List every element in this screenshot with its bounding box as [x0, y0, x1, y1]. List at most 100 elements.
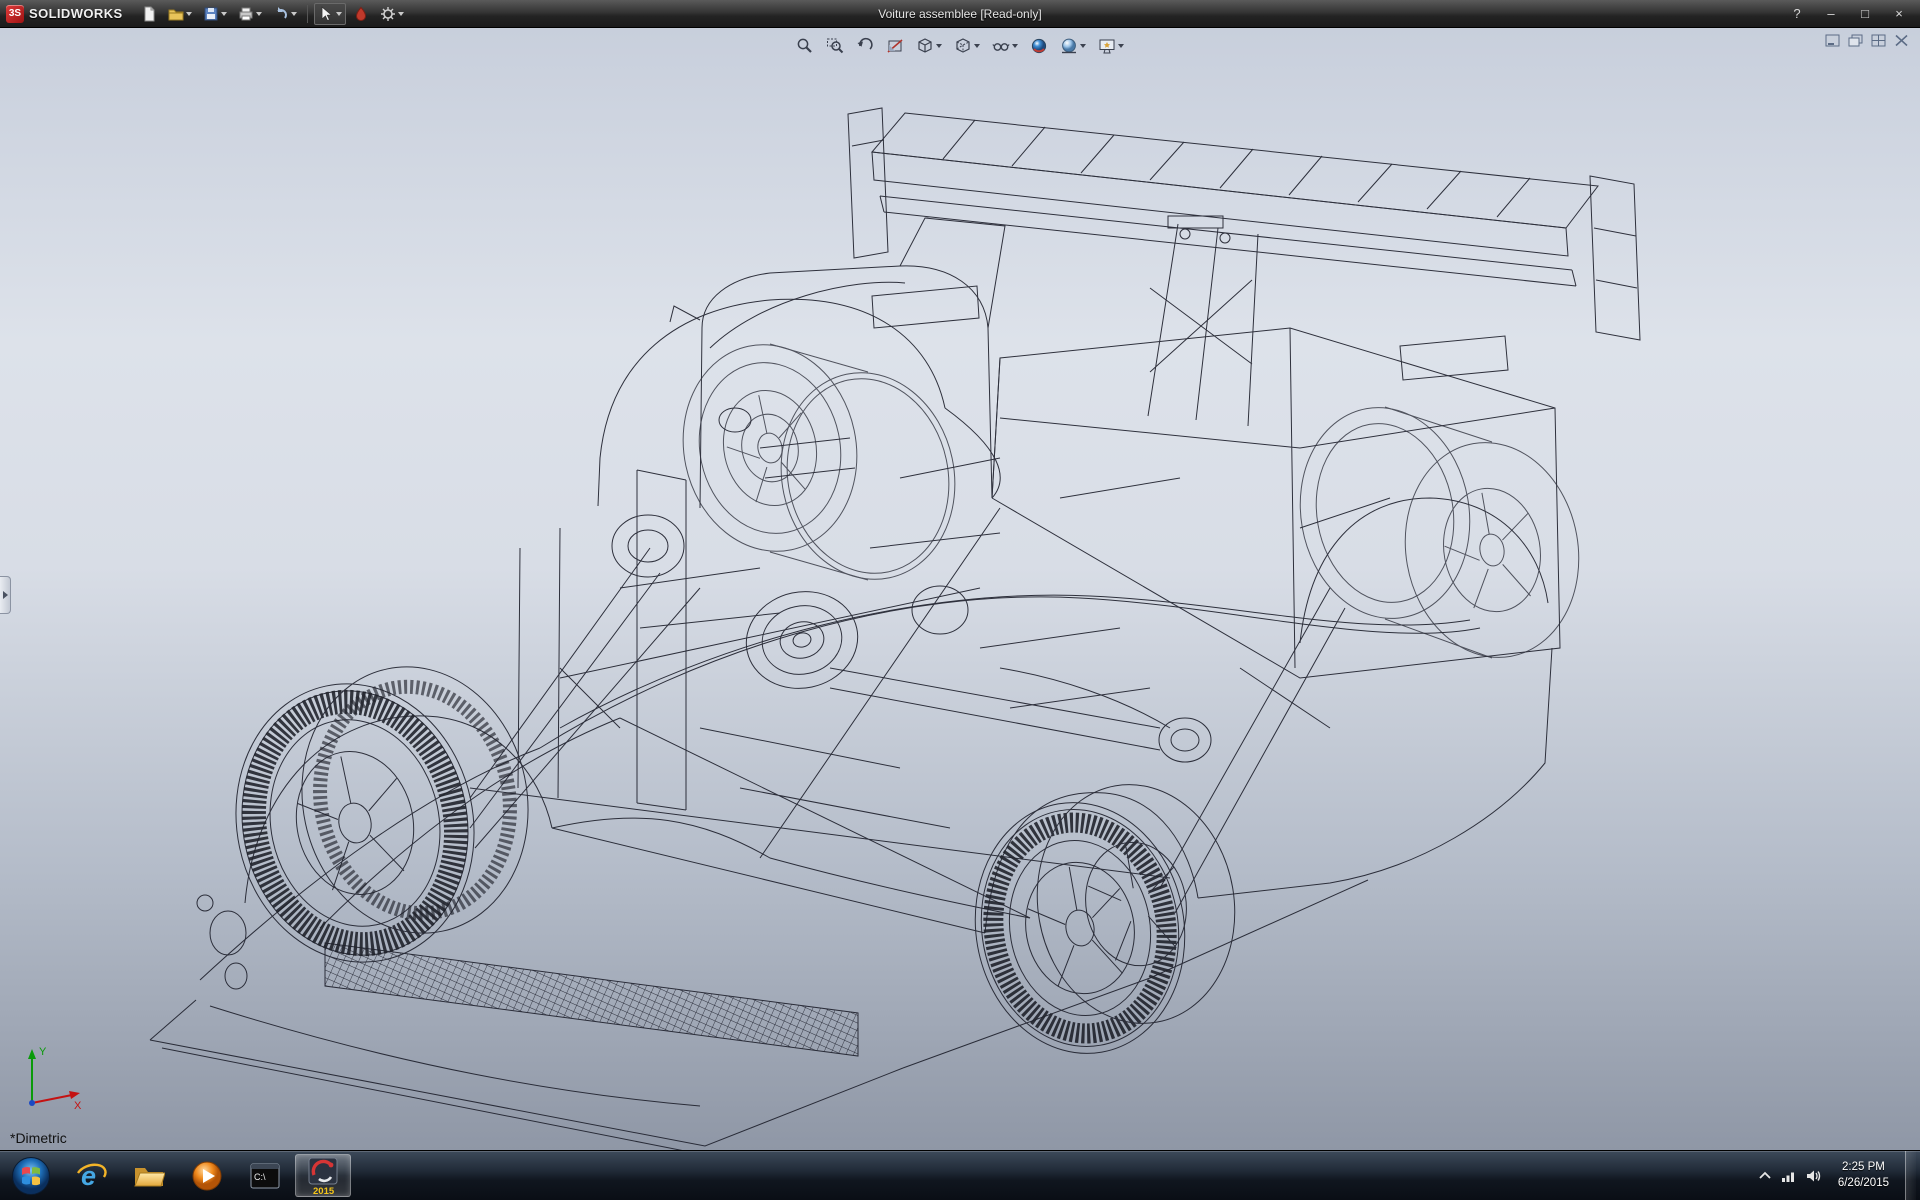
- help-button[interactable]: ?: [1782, 4, 1812, 24]
- open-button[interactable]: [164, 3, 196, 25]
- undo-icon: [276, 6, 287, 19]
- maximize-button[interactable]: □: [1850, 4, 1880, 24]
- show-desktop-button[interactable]: [1905, 1151, 1916, 1200]
- undo-button[interactable]: [269, 3, 301, 25]
- zoom-to-area-button[interactable]: [823, 34, 847, 58]
- taskbar-solidworks[interactable]: 2015: [295, 1154, 351, 1197]
- doc-close-button[interactable]: [1893, 33, 1910, 48]
- select-cursor-icon: [321, 5, 332, 21]
- start-orb-icon: [12, 1156, 50, 1195]
- hide-show-items-button[interactable]: [989, 34, 1021, 58]
- solidworks-window: 3S SOLIDWORKS Voiture assemblee [Read-on…: [0, 0, 1920, 1200]
- taskbar-internet-explorer[interactable]: e: [63, 1154, 119, 1197]
- save-button[interactable]: [199, 3, 231, 25]
- 3ds-logo-icon: 3S: [6, 4, 24, 23]
- print-icon: [239, 7, 253, 20]
- doc-close-icon: [1895, 34, 1908, 47]
- taskbar-clock[interactable]: 2:25 PM 6/26/2015: [1832, 1160, 1895, 1191]
- dropdown-arrow-icon: [220, 11, 227, 16]
- save-icon: [204, 7, 218, 20]
- taskbar-media-player[interactable]: [179, 1154, 235, 1197]
- dropdown-arrow-icon: [397, 11, 404, 16]
- view-orientation-label: *Dimetric: [10, 1130, 67, 1146]
- chevron-right-icon: [2, 591, 8, 599]
- minimize-button[interactable]: –: [1816, 4, 1846, 24]
- display-style-button[interactable]: [951, 34, 983, 58]
- doc-tile-icon: [1871, 34, 1886, 47]
- dropdown-arrow-icon: [1080, 44, 1086, 48]
- clock-time: 2:25 PM: [1842, 1160, 1885, 1173]
- edit-appearance-icon: [1031, 38, 1047, 54]
- internet-explorer-icon: e: [76, 1161, 107, 1191]
- appearance-button[interactable]: [349, 3, 373, 25]
- zoom-to-area-icon: [827, 38, 844, 54]
- windows-taskbar: e C:\ 2015 2:25 PM 6/26/2015: [0, 1150, 1920, 1200]
- doc-minimize-icon: [1825, 34, 1840, 47]
- apply-scene-icon: [1062, 38, 1076, 54]
- windows-explorer-folder-icon: [134, 1167, 165, 1186]
- print-button[interactable]: [234, 3, 266, 25]
- window-controls: ? – □ ×: [1782, 4, 1914, 24]
- triad-y-label: Y: [39, 1046, 47, 1058]
- options-icon: [380, 6, 395, 21]
- command-prompt-icon: C:\: [250, 1163, 280, 1188]
- dropdown-arrow-icon: [335, 11, 342, 16]
- dropdown-arrow-icon: [936, 44, 942, 48]
- open-folder-icon: [168, 9, 184, 20]
- taskbar-command-prompt[interactable]: C:\: [237, 1154, 293, 1197]
- hidden-icons-chevron[interactable]: [1758, 1170, 1772, 1182]
- hide-show-items-icon: [992, 43, 1010, 51]
- heads-up-view-toolbar: [793, 34, 1127, 58]
- apply-scene-button[interactable]: [1057, 34, 1089, 58]
- media-player-icon: [192, 1161, 222, 1190]
- doc-restore-icon: [1848, 34, 1863, 47]
- dropdown-arrow-icon: [290, 11, 297, 16]
- zoom-to-fit-button[interactable]: [793, 34, 817, 58]
- solidworks-icon: 2015: [308, 1157, 338, 1195]
- edit-appearance-button[interactable]: [1027, 34, 1051, 58]
- graphics-area[interactable]: Y X *Dimetric: [0, 28, 1920, 1150]
- solidworks-logo: 3S SOLIDWORKS: [6, 4, 123, 23]
- appearance-icon: [355, 6, 366, 21]
- previous-view-button[interactable]: [853, 34, 877, 58]
- clock-date: 6/26/2015: [1837, 1176, 1889, 1189]
- new-document-icon: [144, 6, 155, 21]
- standard-toolbar: [137, 2, 408, 25]
- view-orientation-button[interactable]: [913, 34, 945, 58]
- zoom-to-fit-icon: [797, 38, 812, 53]
- svg-text:C:\: C:\: [254, 1172, 266, 1182]
- section-view-icon: [887, 39, 903, 53]
- section-view-button[interactable]: [883, 34, 907, 58]
- document-window-controls: [1824, 33, 1910, 48]
- triad-x-label: X: [74, 1100, 82, 1112]
- toolbar-separator: [306, 4, 308, 23]
- dropdown-arrow-icon: [1118, 44, 1124, 48]
- new-document-button[interactable]: [137, 3, 161, 25]
- featuremanager-collapse-tab[interactable]: [0, 576, 11, 614]
- volume-icon[interactable]: [1806, 1169, 1822, 1183]
- view-orientation-icon: [918, 38, 932, 53]
- options-button[interactable]: [376, 3, 408, 25]
- taskbar-windows-explorer[interactable]: [121, 1154, 177, 1197]
- doc-restore-button[interactable]: [1847, 33, 1864, 48]
- dropdown-arrow-icon: [255, 11, 262, 16]
- select-tool-button[interactable]: [313, 2, 346, 25]
- previous-view-icon: [857, 37, 873, 50]
- view-settings-icon: [1099, 39, 1115, 54]
- view-settings-button[interactable]: [1095, 34, 1127, 58]
- dropdown-arrow-icon: [185, 11, 192, 16]
- wireframe-car-model: [149, 107, 1641, 1150]
- app-name: SOLIDWORKS: [29, 6, 123, 21]
- dropdown-arrow-icon: [974, 44, 980, 48]
- doc-tile-button[interactable]: [1870, 33, 1887, 48]
- dropdown-arrow-icon: [1012, 44, 1018, 48]
- solidworks-year-badge: 2015: [313, 1186, 335, 1195]
- titlebar: 3S SOLIDWORKS Voiture assemblee [Read-on…: [0, 0, 1920, 28]
- network-icon[interactable]: [1781, 1169, 1797, 1183]
- system-tray: 2:25 PM 6/26/2015: [1758, 1151, 1920, 1200]
- reference-triad: Y X: [14, 1041, 88, 1120]
- display-style-icon: [956, 38, 970, 53]
- doc-minimize-button[interactable]: [1824, 33, 1841, 48]
- start-button[interactable]: [0, 1151, 62, 1200]
- close-button[interactable]: ×: [1884, 4, 1914, 24]
